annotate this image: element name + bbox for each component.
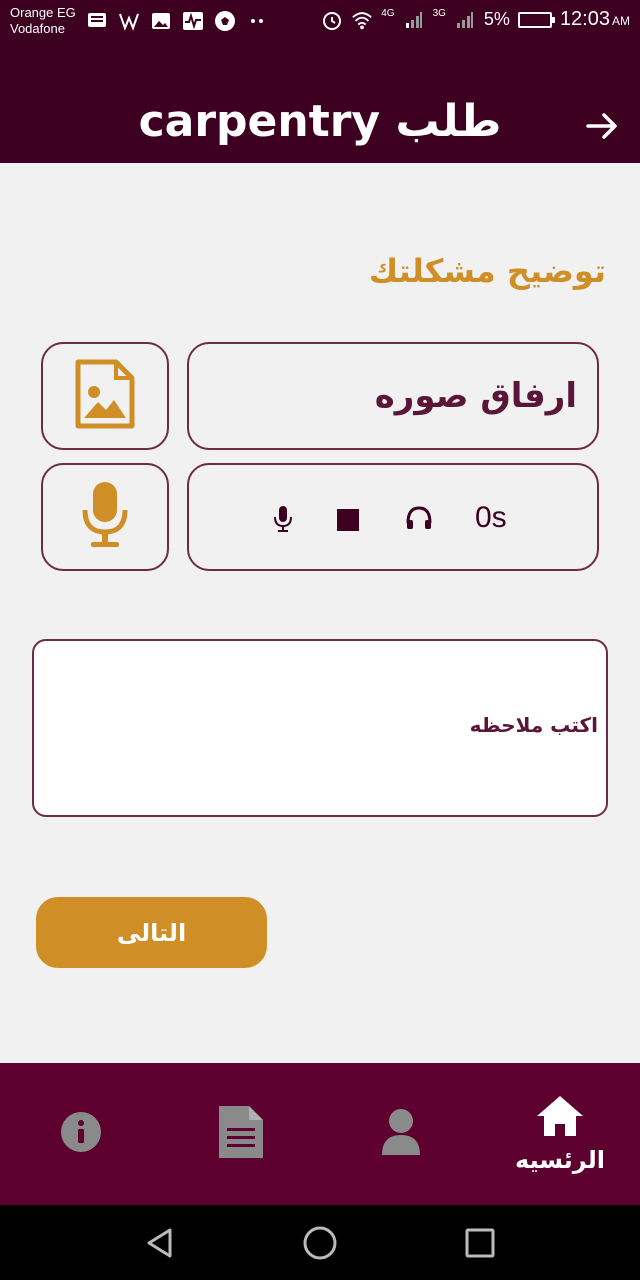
message-icon [86,10,108,32]
system-navigation [0,1205,640,1280]
app-header: Orange EG Vodafone 4G 3G 5% 12:03 AM طلب… [0,0,640,163]
user-icon [381,1108,421,1160]
attach-image-button[interactable] [41,342,169,450]
nav-item-info[interactable] [50,1063,112,1205]
document-icon [217,1104,265,1164]
page-title: طلب carpentry [138,96,502,147]
record-voice-button[interactable] [41,463,169,571]
notification-icons [86,10,268,32]
next-button[interactable]: التالى [36,897,267,968]
app-icon [118,10,140,32]
clock: 12:03 AM [559,8,630,30]
nav-item-orders[interactable] [210,1063,272,1205]
note-placeholder: اكتب ملاحظه [469,713,598,737]
battery-icon [517,11,555,28]
section-title: توضيح مشكلتك [368,252,606,290]
carrier-info: Orange EG Vodafone [10,5,76,37]
headphones-icon[interactable] [405,505,433,535]
voice-recorder: 0s [187,463,599,571]
image-file-icon [74,358,136,434]
battery-percent: 5% [483,9,510,29]
network-3g: 3G [432,8,446,19]
gallery-icon [150,10,172,32]
home-nav-icon[interactable] [302,1225,338,1261]
signal-icon-2 [454,9,476,31]
attach-image-field[interactable]: ارفاق صوره [187,342,599,450]
status-right: 4G 3G 5% 12:03 AM [321,8,630,31]
alarm-icon [321,9,343,31]
recents-nav-icon[interactable] [462,1225,498,1261]
activity-icon [182,10,204,32]
bottom-navigation: الرئسيه [0,1063,640,1205]
stop-icon[interactable] [337,509,359,531]
football-icon [214,10,236,32]
arrow-right-icon[interactable] [584,108,620,144]
microphone-icon [81,480,129,554]
network-4g: 4G [381,8,395,19]
signal-icon [403,9,425,31]
more-notifications-icon [246,10,268,32]
carrier-line2: Vodafone [10,21,65,36]
record-mic-icon[interactable] [273,505,293,537]
carrier-line1: Orange EG [10,5,76,20]
note-input[interactable]: اكتب ملاحظه [32,639,608,817]
info-icon [60,1111,102,1157]
status-bar: Orange EG Vodafone 4G 3G 5% 12:03 AM [0,0,640,44]
back-nav-icon[interactable] [142,1225,178,1261]
wifi-icon [351,9,373,31]
nav-item-home[interactable]: الرئسيه [500,1063,620,1205]
nav-item-profile[interactable] [370,1063,432,1205]
home-icon [535,1094,585,1142]
attach-image-label: ارفاق صوره [374,376,577,416]
nav-home-label: الرئسيه [515,1146,605,1174]
recording-duration: 0s [475,501,507,534]
